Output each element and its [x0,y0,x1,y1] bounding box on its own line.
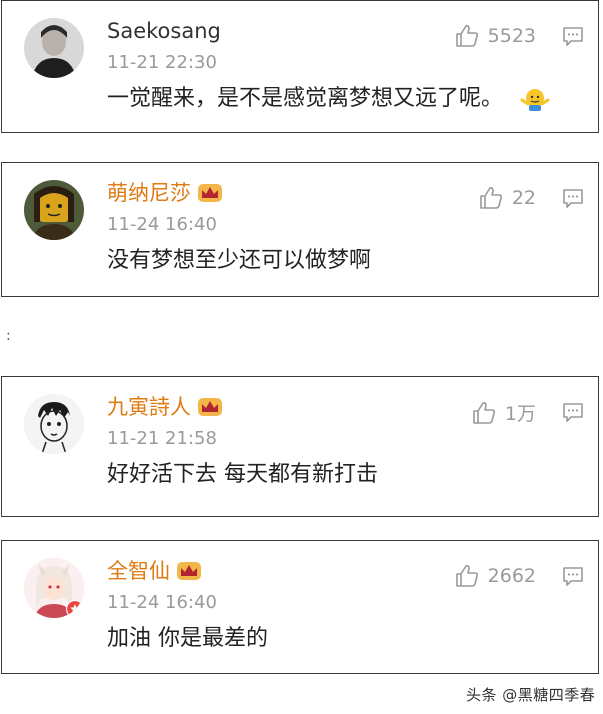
reply-button[interactable] [562,187,584,209]
like-button[interactable]: 1万 [471,399,536,426]
timestamp: 11-24 16:40 [107,592,217,613]
comment-text: 加油 你是最差的 [107,626,268,651]
like-count: 22 [511,187,536,209]
username-text[interactable]: Saekosang [107,17,221,45]
avatar[interactable] [24,394,84,454]
vip-crown-icon [198,184,222,202]
watermark: 头条 @黑糖四季春 [466,686,596,704]
vip-crown-icon [198,398,222,416]
comment-icon [563,403,583,422]
sketch-face-icon [24,394,84,454]
reply-button[interactable] [562,25,584,47]
username[interactable]: Saekosang [107,17,221,45]
username[interactable]: 九寅詩人 [107,393,223,421]
avatar[interactable] [24,18,84,78]
timestamp: 11-24 16:40 [107,214,217,235]
thumbs-up-icon [455,565,478,587]
comment-text: 一觉醒来，是不是感觉离梦想又远了呢。 [107,84,550,114]
comment-icon [563,567,583,586]
timestamp: 11-21 22:30 [107,52,217,73]
reply-button[interactable] [562,401,584,423]
thumbs-up-icon [455,25,478,47]
like-count: 5523 [487,25,536,47]
comment-card: 萌纳尼莎 11-24 16:40 没有梦想至少还可以做梦啊 22 [1,162,599,297]
comment-text-body: 一觉醒来，是不是感觉离梦想又远了呢。 [107,86,504,111]
comment-card: 全智仙 11-24 16:40 加油 你是最差的 2662 [1,540,599,674]
avatar[interactable] [24,180,84,240]
thumbs-up-icon [473,401,495,424]
verified-badge-icon [66,600,84,618]
timestamp: 11-21 21:58 [107,428,217,449]
like-count: 2662 [487,565,536,587]
username-text[interactable]: 萌纳尼莎 [107,179,191,207]
comment-icon [563,189,583,208]
like-button[interactable]: 2662 [454,563,536,589]
like-button[interactable]: 5523 [454,23,536,49]
mona-lisa-lego-icon [24,180,84,240]
username-text[interactable]: 九寅詩人 [107,393,191,421]
username[interactable]: 萌纳尼莎 [107,179,223,207]
username[interactable]: 全智仙 [107,557,202,585]
thumbs-up-icon [480,187,502,209]
comment-text: 没有梦想至少还可以做梦啊 [107,248,372,273]
like-count: 1万 [504,403,536,425]
comment-card: 九寅詩人 11-21 21:58 好好活下去 每天都有新打击 1万 [1,376,599,517]
comment-text: 好好活下去 每天都有新打击 [107,462,378,487]
like-button[interactable]: 22 [478,185,536,211]
shrug-emoji-icon [520,89,550,111]
username-text[interactable]: 全智仙 [107,557,170,585]
man-portrait-icon [24,18,84,78]
comment-card: Saekosang 11-21 22:30 一觉醒来，是不是感觉离梦想又远了呢。… [1,0,599,133]
avatar[interactable] [24,558,84,618]
reply-button[interactable] [562,565,584,587]
separator-text: : [6,328,11,344]
comment-icon [563,27,583,46]
vip-crown-icon [177,562,201,580]
